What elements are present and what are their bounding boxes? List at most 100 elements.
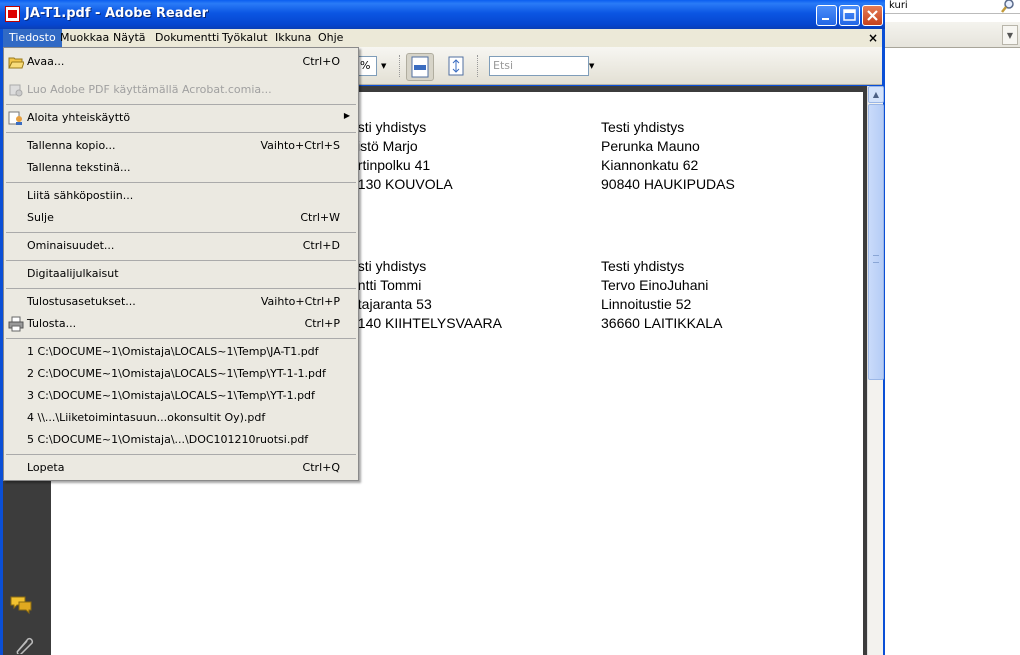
- menu-item-shortcut: Ctrl+W: [300, 211, 340, 224]
- menu-item-label: Tallenna tekstinä...: [27, 161, 131, 174]
- menu-separator: [6, 288, 356, 289]
- close-button[interactable]: [862, 5, 883, 26]
- label-city: 2140 KIIHTELYSVAARA: [350, 315, 502, 331]
- address-label: Testi yhdistys Perunka Mauno Kiannonkatu…: [601, 118, 735, 194]
- label-org: Testi yhdistys: [601, 119, 685, 135]
- menu-item-label: Tallenna kopio...: [27, 139, 116, 152]
- label-street: artinpolku 41: [350, 157, 431, 173]
- minimize-icon: [822, 18, 829, 20]
- attachment-icon[interactable]: [11, 634, 35, 654]
- menu-item-label: 1 C:\DOCUME~1\Omistaja\LOCALS~1\Temp\JA-…: [27, 345, 319, 358]
- close-document-button[interactable]: ×: [868, 29, 878, 47]
- menu-item-print-setup[interactable]: Tulostusasetukset... Vaihto+Ctrl+P: [4, 291, 358, 313]
- menu-item-open[interactable]: Avaa... Ctrl+O: [4, 51, 358, 73]
- submenu-arrow-icon: ▶: [343, 111, 350, 120]
- menu-item-create-pdf[interactable]: Luo Adobe PDF käyttämällä Acrobat.comia.…: [4, 79, 358, 101]
- menu-item-label: Luo Adobe PDF käyttämällä Acrobat.comia.…: [27, 83, 272, 96]
- menu-tiedosto[interactable]: Tiedosto: [3, 29, 62, 47]
- menu-item-label: Lopeta: [27, 461, 65, 474]
- menu-item-recent-file[interactable]: 3 C:\DOCUME~1\Omistaja\LOCALS~1\Temp\YT-…: [4, 385, 358, 407]
- menu-item-save-as-text[interactable]: Tallenna tekstinä...: [4, 157, 358, 179]
- menu-item-shortcut: Vaihto+Ctrl+P: [260, 295, 340, 308]
- menu-item-label: 2 C:\DOCUME~1\Omistaja\LOCALS~1\Temp\YT-…: [27, 367, 326, 380]
- printer-icon: [8, 316, 24, 332]
- create-pdf-icon: [9, 84, 23, 97]
- menu-item-print[interactable]: Tulosta... Ctrl+P: [4, 313, 358, 335]
- menu-item-label: Aloita yhteiskäyttö: [27, 111, 131, 124]
- zoom-field[interactable]: %: [357, 56, 377, 76]
- menu-item-close[interactable]: Sulje Ctrl+W: [4, 207, 358, 229]
- scroll-thumb[interactable]: [868, 104, 884, 380]
- label-name: vistö Marjo: [350, 138, 418, 154]
- toolbar-separator: [477, 55, 479, 77]
- background-search-field[interactable]: kuri: [885, 0, 1020, 14]
- fit-width-button[interactable]: [406, 53, 434, 81]
- zoom-dropdown-icon[interactable]: ▼: [381, 62, 386, 70]
- menu-item-label: 5 C:\DOCUME~1\Omistaja\...\DOC101210ruot…: [27, 433, 309, 446]
- window-title: JA-T1.pdf - Adobe Reader: [25, 6, 209, 21]
- chevron-down-icon[interactable]: ▼: [1002, 25, 1018, 45]
- menu-separator: [6, 182, 356, 183]
- menu-item-attach-email[interactable]: Liitä sähköpostiin...: [4, 185, 358, 207]
- menu-item-recent-file[interactable]: 4 \\...\Liiketoimintasuun...okonsultit O…: [4, 407, 358, 429]
- menu-item-label: Tulostusasetukset...: [27, 295, 136, 308]
- menu-nayta[interactable]: Näytä: [107, 29, 152, 47]
- menu-separator: [6, 132, 356, 133]
- search-input[interactable]: Etsi: [489, 56, 589, 76]
- menu-separator: [6, 260, 356, 261]
- fit-width-icon: [411, 56, 429, 78]
- adobe-reader-icon: [5, 6, 20, 22]
- background-window: kuri ▼: [885, 0, 1020, 655]
- menu-item-recent-file[interactable]: 5 C:\DOCUME~1\Omistaja\...\DOC101210ruot…: [4, 429, 358, 451]
- comments-icon[interactable]: [9, 594, 35, 616]
- file-menu: Avaa... Ctrl+O Luo Adobe PDF käyttämällä…: [3, 47, 359, 481]
- menu-item-collaborate[interactable]: Aloita yhteiskäyttö ▶: [4, 107, 358, 129]
- menu-ohje[interactable]: Ohje: [312, 29, 349, 47]
- menu-dokumentti[interactable]: Dokumentti: [149, 29, 225, 47]
- label-street: Kiannonkatu 62: [601, 157, 699, 173]
- menu-separator: [6, 454, 356, 455]
- maximize-button[interactable]: [839, 5, 860, 26]
- menu-item-properties[interactable]: Ominaisuudet... Ctrl+D: [4, 235, 358, 257]
- magnifier-icon[interactable]: [1000, 0, 1016, 14]
- folder-open-icon: [8, 57, 24, 69]
- menu-item-label: Sulje: [27, 211, 54, 224]
- search-dropdown-icon[interactable]: ▼: [589, 62, 594, 70]
- label-name: Tervo EinoJuhani: [601, 277, 709, 293]
- menu-item-save-copy[interactable]: Tallenna kopio... Vaihto+Ctrl+S: [4, 135, 358, 157]
- menu-separator: [6, 104, 356, 105]
- menu-item-label: 4 \\...\Liiketoimintasuun...okonsultit O…: [27, 411, 266, 424]
- title-bar[interactable]: JA-T1.pdf - Adobe Reader: [0, 0, 885, 29]
- scroll-up-button[interactable]: ▲: [868, 86, 884, 103]
- label-org: Testi yhdistys: [601, 258, 685, 274]
- label-city: 5130 KOUVOLA: [350, 176, 453, 192]
- label-name: Perunka Mauno: [601, 138, 700, 154]
- label-org: esti yhdistys: [350, 258, 427, 274]
- address-label: esti yhdistys äntti Tommi atajaranta 53 …: [350, 257, 502, 333]
- menu-item-digital-editions[interactable]: Digitaalijulkaisut: [4, 263, 358, 285]
- maximize-icon: [843, 9, 856, 21]
- menu-separator: [6, 338, 356, 339]
- toolbar-separator: [399, 55, 401, 77]
- background-search-text: kuri: [889, 0, 908, 11]
- menu-ikkuna[interactable]: Ikkuna: [269, 29, 317, 47]
- menu-item-recent-file[interactable]: 2 C:\DOCUME~1\Omistaja\LOCALS~1\Temp\YT-…: [4, 363, 358, 385]
- menu-item-label: Tulosta...: [27, 317, 77, 330]
- label-street: Linnoitustie 52: [601, 296, 692, 312]
- collaborate-icon: [8, 111, 22, 125]
- menu-tyokalut[interactable]: Työkalut: [216, 29, 274, 47]
- menu-item-recent-file[interactable]: 1 C:\DOCUME~1\Omistaja\LOCALS~1\Temp\JA-…: [4, 341, 358, 363]
- close-icon: [867, 10, 878, 21]
- fit-page-button[interactable]: [443, 53, 471, 81]
- background-toolbar: ▼: [885, 22, 1020, 48]
- minimize-button[interactable]: [816, 5, 837, 26]
- menu-item-exit[interactable]: Lopeta Ctrl+Q: [4, 457, 358, 479]
- label-city: 90840 HAUKIPUDAS: [601, 176, 735, 192]
- label-name: äntti Tommi: [350, 277, 422, 293]
- menu-item-label: 3 C:\DOCUME~1\Omistaja\LOCALS~1\Temp\YT-…: [27, 389, 315, 402]
- label-street: atajaranta 53: [350, 296, 432, 312]
- menu-separator: [6, 232, 356, 233]
- menu-item-shortcut: Ctrl+Q: [302, 461, 340, 474]
- address-label: Testi yhdistys Tervo EinoJuhani Linnoitu…: [601, 257, 722, 333]
- vertical-scrollbar[interactable]: ▲: [867, 86, 884, 655]
